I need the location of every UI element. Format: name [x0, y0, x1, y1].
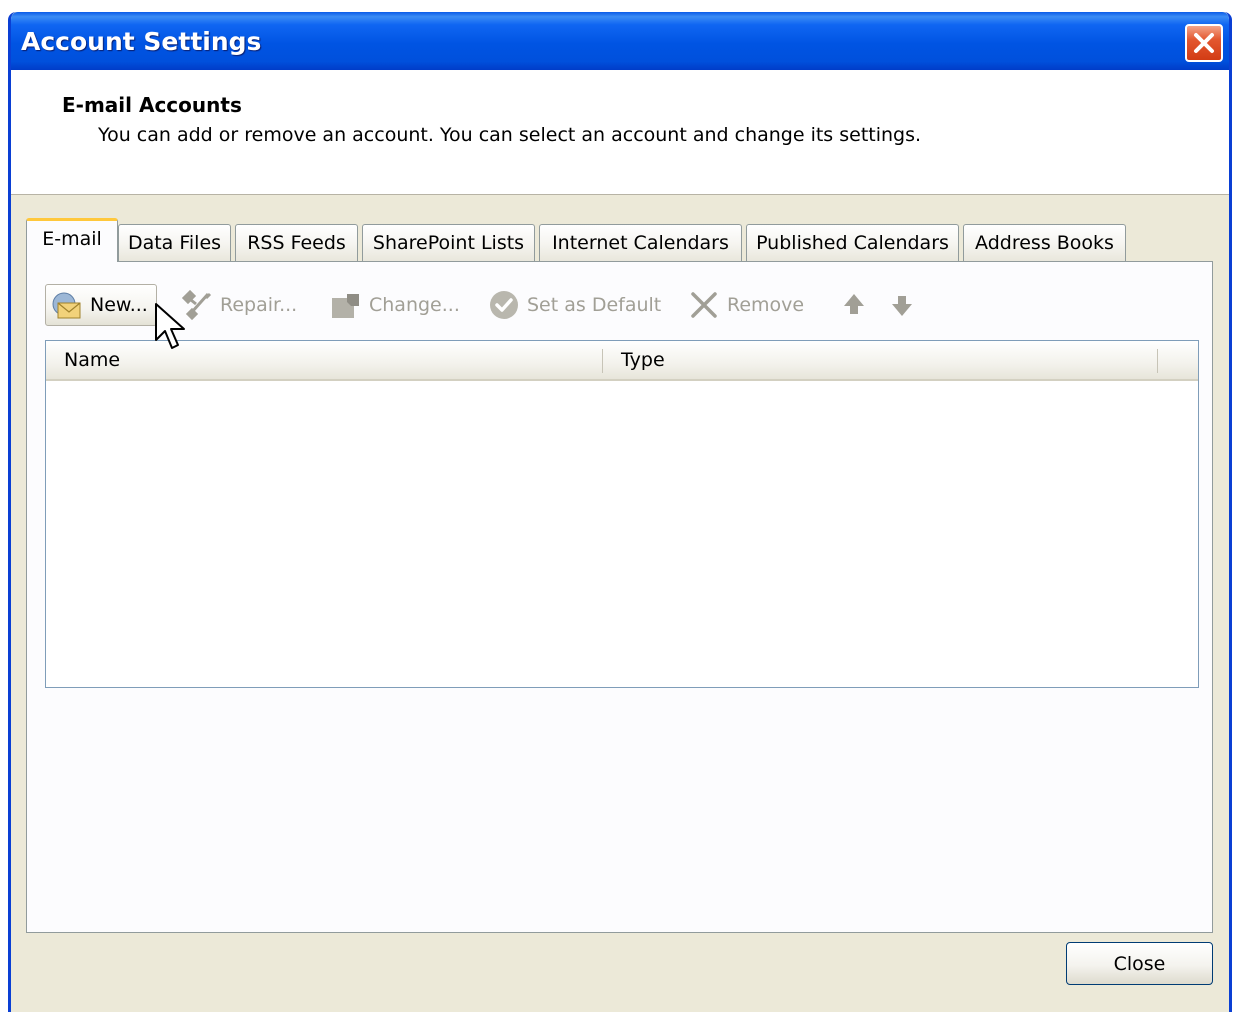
tab-label: E-mail	[42, 227, 102, 250]
close-icon	[1194, 33, 1214, 53]
new-account-button[interactable]: New...	[45, 284, 157, 326]
move-down-button[interactable]	[885, 284, 919, 326]
mail-envelope-icon	[52, 292, 81, 319]
close-button[interactable]: Close	[1066, 942, 1213, 985]
arrow-down-icon	[892, 296, 912, 316]
window-title: Account Settings	[21, 27, 262, 56]
mouse-cursor-icon	[155, 303, 185, 349]
tab-address-books[interactable]: Address Books	[963, 224, 1126, 261]
tab-label: SharePoint Lists	[372, 232, 525, 254]
column-header-name[interactable]: Name	[64, 341, 120, 379]
page-title: E-mail Accounts	[62, 93, 242, 117]
repair-button[interactable]: Repair...	[180, 284, 297, 326]
tab-label: Published Calendars	[756, 232, 949, 254]
tab-rss-feeds[interactable]: RSS Feeds	[235, 224, 358, 261]
close-button-label: Close	[1113, 952, 1166, 975]
title-bar[interactable]: Account Settings	[11, 12, 1229, 70]
tab-label: RSS Feeds	[247, 232, 346, 254]
check-circle-icon	[490, 291, 518, 319]
column-label: Name	[64, 349, 121, 371]
tab-strip: E-mail Data Files RSS Feeds SharePoint L…	[26, 218, 1226, 262]
accounts-toolbar: New... Repair... Change... Set as Defaul…	[45, 284, 1185, 328]
change-button-label: Change...	[369, 294, 460, 316]
column-divider[interactable]	[602, 349, 603, 373]
accounts-list[interactable]: Name Type	[45, 340, 1199, 688]
email-tab-panel: New... Repair... Change... Set as Defaul…	[26, 261, 1213, 933]
remove-button-label: Remove	[727, 294, 805, 316]
tab-published-calendars[interactable]: Published Calendars	[746, 224, 959, 261]
header-section: E-mail Accounts You can add or remove an…	[11, 70, 1229, 195]
column-divider[interactable]	[1157, 349, 1158, 373]
tab-label: Internet Calendars	[552, 232, 729, 254]
repair-button-label: Repair...	[220, 294, 298, 316]
page-description: You can add or remove an account. You ca…	[98, 124, 922, 146]
account-settings-window: Account Settings E-mail Accounts You can…	[8, 12, 1232, 1012]
column-header-type[interactable]: Type	[621, 341, 665, 379]
edit-icon	[332, 294, 359, 318]
set-as-default-label: Set as Default	[527, 294, 662, 316]
list-header: Name Type	[46, 341, 1198, 381]
tab-label: Address Books	[975, 232, 1114, 254]
new-button-label: New...	[90, 294, 148, 316]
x-icon	[691, 292, 717, 318]
move-up-button[interactable]	[837, 284, 871, 326]
change-button[interactable]: Change...	[329, 284, 460, 326]
column-label: Type	[621, 349, 665, 371]
tab-data-files[interactable]: Data Files	[118, 224, 231, 261]
set-as-default-button[interactable]: Set as Default	[487, 284, 661, 326]
tab-label: Data Files	[127, 232, 222, 254]
tab-email[interactable]: E-mail	[26, 218, 118, 262]
tab-internet-calendars[interactable]: Internet Calendars	[539, 224, 742, 261]
window-close-button[interactable]	[1185, 24, 1223, 62]
remove-button[interactable]: Remove	[687, 284, 804, 326]
tab-sharepoint-lists[interactable]: SharePoint Lists	[362, 224, 535, 261]
arrow-up-icon	[844, 294, 864, 314]
